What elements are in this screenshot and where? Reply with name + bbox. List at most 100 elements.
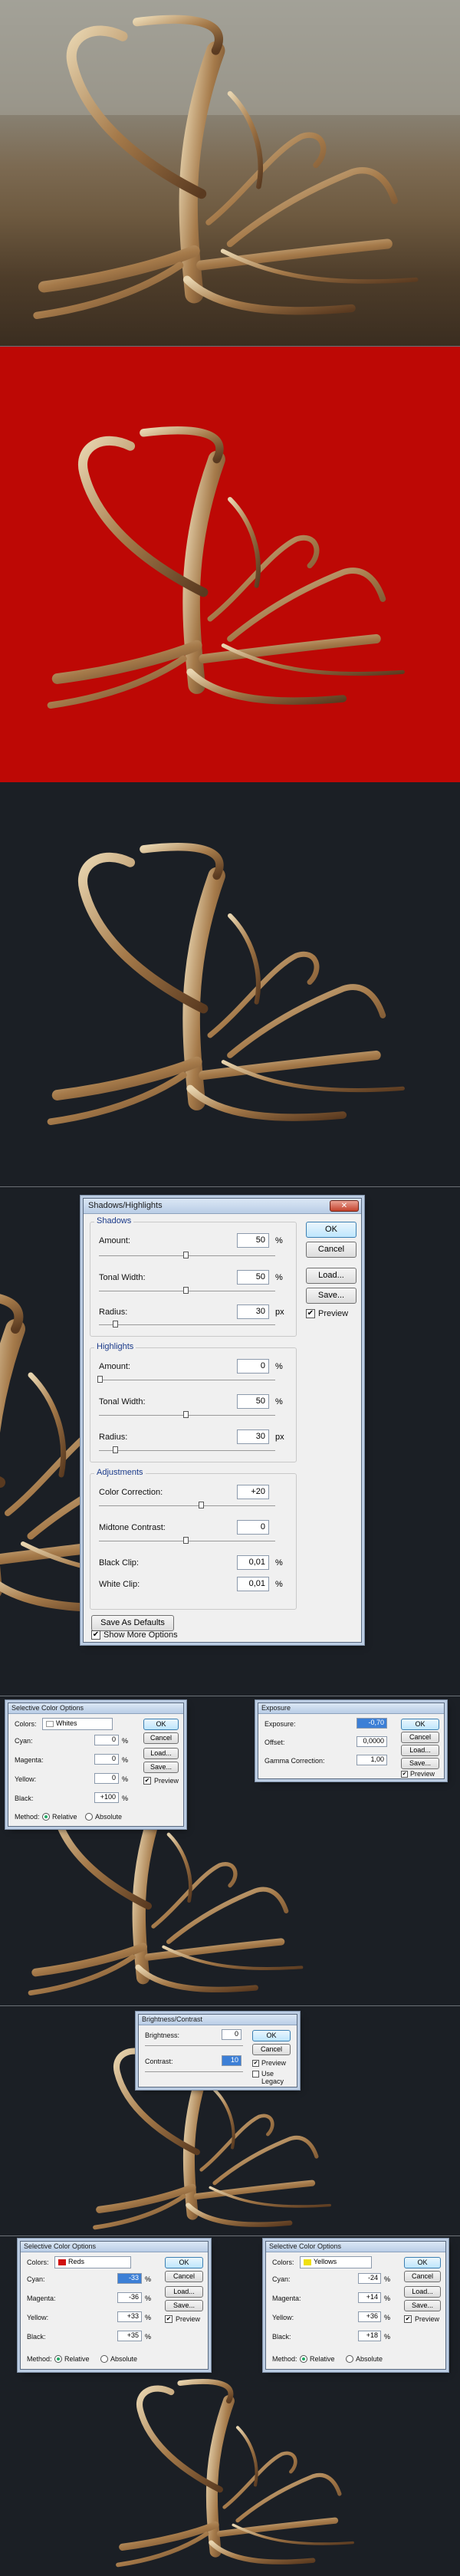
preview-checkbox[interactable]: ✔ (306, 1309, 315, 1318)
black-field[interactable]: +35 (117, 2331, 142, 2341)
yellow-field[interactable]: +33 (117, 2311, 142, 2322)
cancel-button[interactable]: Cancel (401, 1732, 439, 1743)
absolute-radio[interactable] (85, 1813, 93, 1821)
offset-field[interactable]: 0,0000 (356, 1736, 387, 1747)
unit-label: % (145, 2295, 152, 2302)
cyan-field[interactable]: -33 (117, 2273, 142, 2284)
ok-button[interactable]: OK (306, 1222, 356, 1238)
shadows-amount-field[interactable]: 50 (237, 1233, 269, 1248)
colors-select[interactable]: Whites (42, 1718, 113, 1730)
preview-checkbox[interactable]: ✔ (143, 1777, 151, 1785)
preview-checkbox[interactable]: ✔ (252, 2060, 259, 2067)
magenta-field[interactable]: -36 (117, 2292, 142, 2303)
midtone-contrast-field[interactable]: 0 (237, 1520, 269, 1535)
dialog-title: Shadows/Highlights (84, 1199, 361, 1214)
ok-button[interactable]: OK (143, 1719, 179, 1730)
highlights-group-label: Highlights (94, 1342, 136, 1351)
cancel-button[interactable]: Cancel (404, 2271, 441, 2282)
black-field[interactable]: +18 (358, 2331, 381, 2341)
close-icon[interactable]: ✕ (330, 1200, 359, 1212)
highlights-radius-slider[interactable] (99, 1450, 275, 1451)
yellow-field[interactable]: 0 (94, 1773, 119, 1784)
load-button[interactable]: Load... (165, 2286, 203, 2298)
load-button[interactable]: Load... (401, 1745, 439, 1756)
cutout-branch-dark-image (0, 782, 460, 1187)
color-correction-slider[interactable] (99, 1505, 275, 1506)
save-as-defaults-button[interactable]: Save As Defaults (91, 1615, 174, 1631)
use-legacy-checkbox[interactable] (252, 2071, 259, 2078)
black-clip-field[interactable]: 0,01 (237, 1555, 269, 1570)
unit-label: % (275, 1558, 283, 1568)
slider-thumb[interactable] (97, 1376, 103, 1383)
relative-radio[interactable] (300, 2355, 307, 2363)
shadows-radius-slider[interactable] (99, 1324, 275, 1325)
colors-select[interactable]: Yellows (300, 2256, 372, 2268)
midtone-contrast-label: Midtone Contrast: (99, 1523, 166, 1532)
colors-select[interactable]: Reds (54, 2256, 131, 2268)
slider-thumb[interactable] (199, 1502, 204, 1508)
relative-radio[interactable] (54, 2355, 62, 2363)
black-field[interactable]: +100 (94, 1792, 119, 1803)
cancel-button[interactable]: Cancel (252, 2044, 291, 2055)
cyan-label: Cyan: (272, 2275, 291, 2283)
absolute-radio[interactable] (100, 2355, 108, 2363)
load-button[interactable]: Load... (404, 2286, 441, 2298)
contrast-field[interactable]: 10 (222, 2055, 242, 2066)
absolute-radio[interactable] (346, 2355, 353, 2363)
slider-thumb[interactable] (183, 1287, 189, 1294)
save-button[interactable]: Save... (306, 1288, 356, 1304)
color-correction-label: Color Correction: (99, 1488, 163, 1497)
white-clip-field[interactable]: 0,01 (237, 1577, 269, 1591)
relative-radio[interactable] (42, 1813, 50, 1821)
dialog-title: Selective Color Options (266, 2242, 445, 2252)
colors-label: Colors: (27, 2259, 49, 2266)
ok-button[interactable]: OK (165, 2257, 203, 2268)
cancel-button[interactable]: Cancel (165, 2271, 203, 2282)
slider-thumb[interactable] (183, 1252, 189, 1258)
save-button[interactable]: Save... (143, 1762, 179, 1773)
cyan-field[interactable]: -24 (358, 2273, 381, 2284)
magenta-field[interactable]: +14 (358, 2292, 381, 2303)
shadows-group-label: Shadows (94, 1216, 134, 1225)
brightness-slider[interactable] (145, 2045, 243, 2046)
slider-thumb[interactable] (183, 1411, 189, 1418)
slider-thumb[interactable] (113, 1321, 118, 1327)
preview-checkbox[interactable]: ✔ (401, 1771, 408, 1778)
shadows-radius-field[interactable]: 30 (237, 1304, 269, 1319)
unit-label: % (122, 1795, 129, 1802)
ok-button[interactable]: OK (404, 2257, 441, 2268)
exposure-field[interactable]: -0,70 (356, 1718, 387, 1729)
yellow-label: Yellow: (272, 2314, 294, 2321)
dialog-title: Selective Color Options (8, 1703, 183, 1714)
magenta-field[interactable]: 0 (94, 1754, 119, 1765)
exposure-dialog: Exposure Exposure: -0,70 Offset: 0,0000 … (258, 1703, 445, 1779)
save-button[interactable]: Save... (404, 2300, 441, 2311)
gamma-field[interactable]: 1,00 (356, 1755, 387, 1765)
save-button[interactable]: Save... (401, 1758, 439, 1769)
highlights-tonal-field[interactable]: 50 (237, 1394, 269, 1409)
show-more-options-checkbox[interactable]: ✔ (91, 1630, 100, 1640)
slider-thumb[interactable] (113, 1446, 118, 1453)
preview-checkbox[interactable]: ✔ (165, 2315, 172, 2323)
unit-label: % (275, 1580, 283, 1589)
contrast-slider[interactable] (145, 2071, 243, 2072)
selective-color-yellows-dialog: Selective Color Options Colors: Yellows … (265, 2241, 446, 2370)
highlights-radius-field[interactable]: 30 (237, 1429, 269, 1444)
cancel-button[interactable]: Cancel (306, 1242, 356, 1258)
ok-button[interactable]: OK (252, 2030, 291, 2041)
color-correction-field[interactable]: +20 (237, 1485, 269, 1499)
colors-value: Reds (68, 2258, 85, 2265)
cyan-field[interactable]: 0 (94, 1735, 119, 1745)
yellow-field[interactable]: +36 (358, 2311, 381, 2322)
load-button[interactable]: Load... (306, 1268, 356, 1284)
shadows-tonal-field[interactable]: 50 (237, 1270, 269, 1285)
cancel-button[interactable]: Cancel (143, 1732, 179, 1744)
load-button[interactable]: Load... (143, 1748, 179, 1759)
highlights-amount-field[interactable]: 0 (237, 1359, 269, 1374)
save-button[interactable]: Save... (165, 2300, 203, 2311)
slider-thumb[interactable] (183, 1537, 189, 1544)
unit-label: % (384, 2333, 391, 2341)
preview-checkbox[interactable]: ✔ (404, 2315, 412, 2323)
ok-button[interactable]: OK (401, 1719, 439, 1730)
brightness-field[interactable]: 0 (222, 2029, 242, 2040)
